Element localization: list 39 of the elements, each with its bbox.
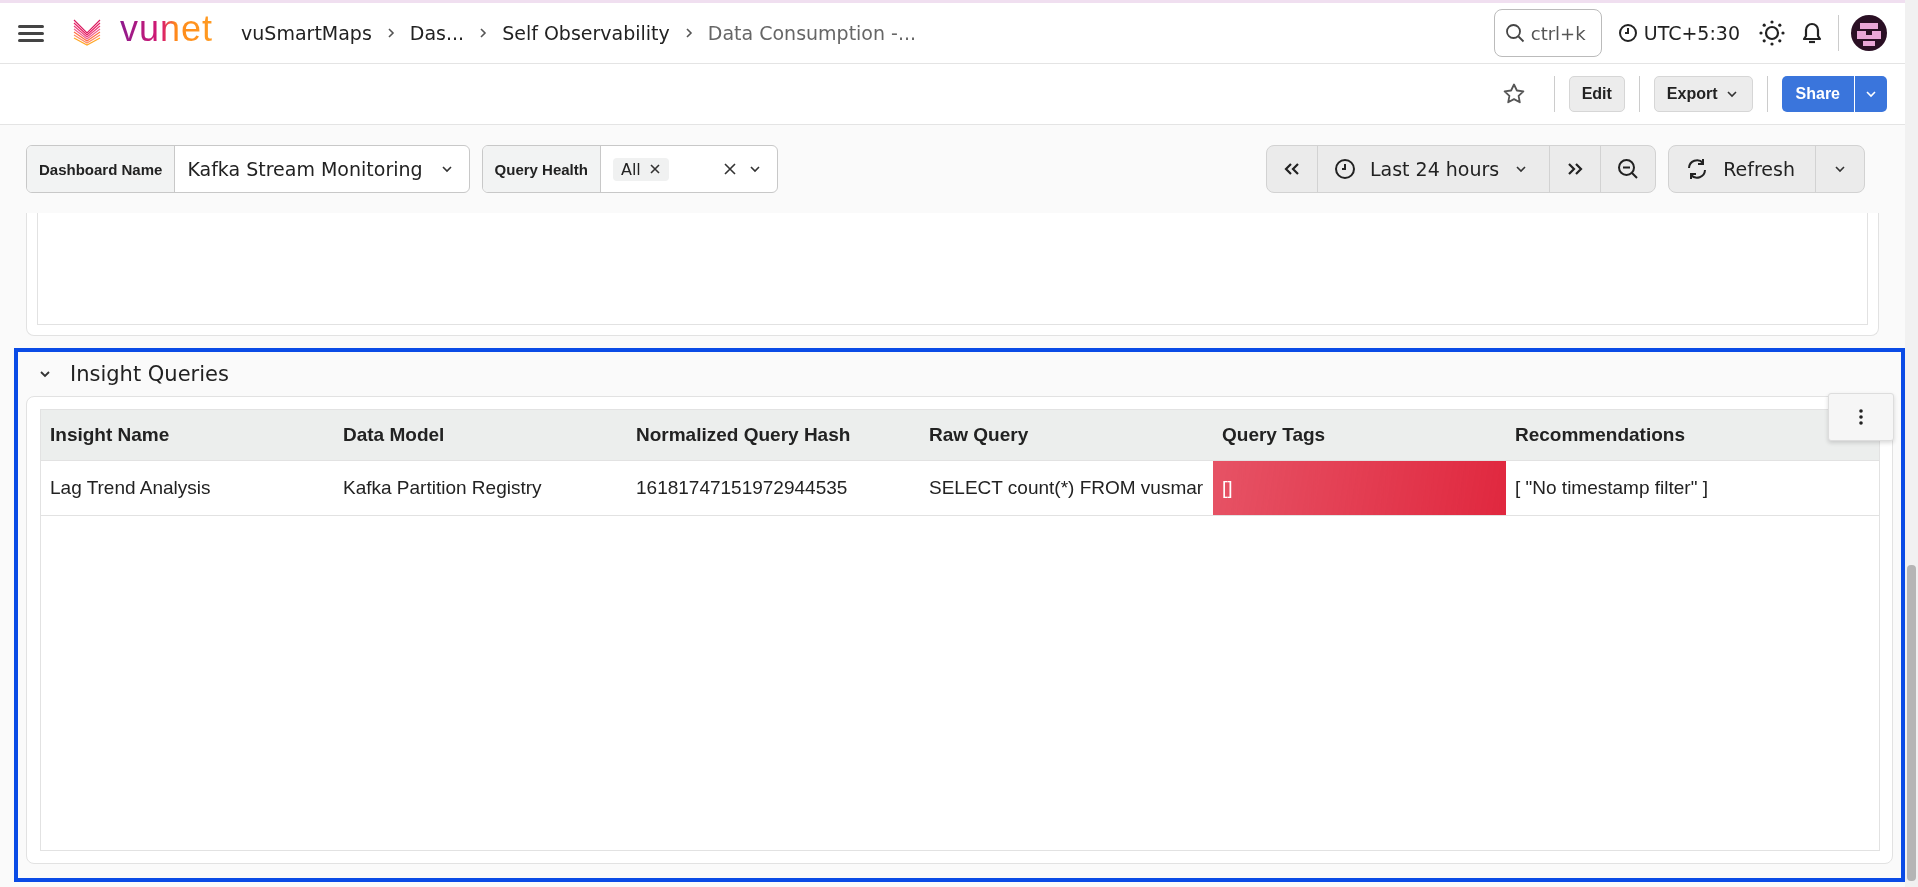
column-header[interactable]: Insight Name [41, 410, 334, 461]
table-cell: Lag Trend Analysis [41, 460, 334, 516]
clock-icon [1617, 23, 1638, 43]
table-cell: 16181747151972944535 [627, 460, 920, 516]
breadcrumb-link[interactable]: Das... [409, 22, 465, 44]
search-icon [1504, 23, 1525, 43]
star-icon[interactable] [1501, 82, 1526, 106]
table-cell: [] [1213, 460, 1506, 516]
sun-icon[interactable] [1758, 19, 1786, 47]
chevron-right-icon [478, 26, 489, 40]
avatar[interactable] [1851, 15, 1887, 51]
table-cell: [ "No timestamp filter" ] [1506, 460, 1799, 516]
breadcrumb-link[interactable]: Self Observability [502, 22, 670, 44]
double-chevron-left-icon [1282, 161, 1301, 177]
search-input[interactable]: ctrl+k [1530, 22, 1593, 44]
column-header[interactable]: Recommendations [1506, 410, 1799, 461]
column-header[interactable]: Raw Query [920, 410, 1213, 461]
zoom-out-icon [1617, 158, 1640, 180]
search-field[interactable]: ctrl+k [1493, 9, 1602, 57]
scrollbar-thumb[interactable] [1907, 565, 1916, 881]
breadcrumb-link[interactable]: vuSmartMaps [241, 22, 372, 44]
column-header[interactable]: Query Tags [1213, 410, 1506, 461]
export-button[interactable]: Export [1653, 76, 1753, 112]
menu-icon[interactable] [18, 23, 44, 43]
chevron-right-icon [683, 26, 694, 40]
bell-icon[interactable] [1800, 20, 1824, 46]
chevron-right-icon [385, 26, 396, 40]
breadcrumb-link[interactable]: Data Consumption -... [707, 22, 917, 44]
dropdown-button[interactable] [1855, 76, 1887, 112]
section-title: Insight Queries [70, 362, 229, 386]
double-chevron-right-icon [1566, 161, 1585, 177]
timezone-label[interactable]: UTC+5:30 [1643, 22, 1740, 44]
column-header[interactable]: Normalized Query Hash [627, 410, 920, 461]
clock-icon [1333, 158, 1356, 180]
edit-button[interactable]: Edit [1568, 76, 1625, 112]
table-cell: Kafka Partition Registry [334, 460, 627, 516]
share-button[interactable]: Share [1781, 76, 1854, 112]
more-vertical-icon [1859, 409, 1863, 425]
column-header[interactable]: Data Model [334, 410, 627, 461]
